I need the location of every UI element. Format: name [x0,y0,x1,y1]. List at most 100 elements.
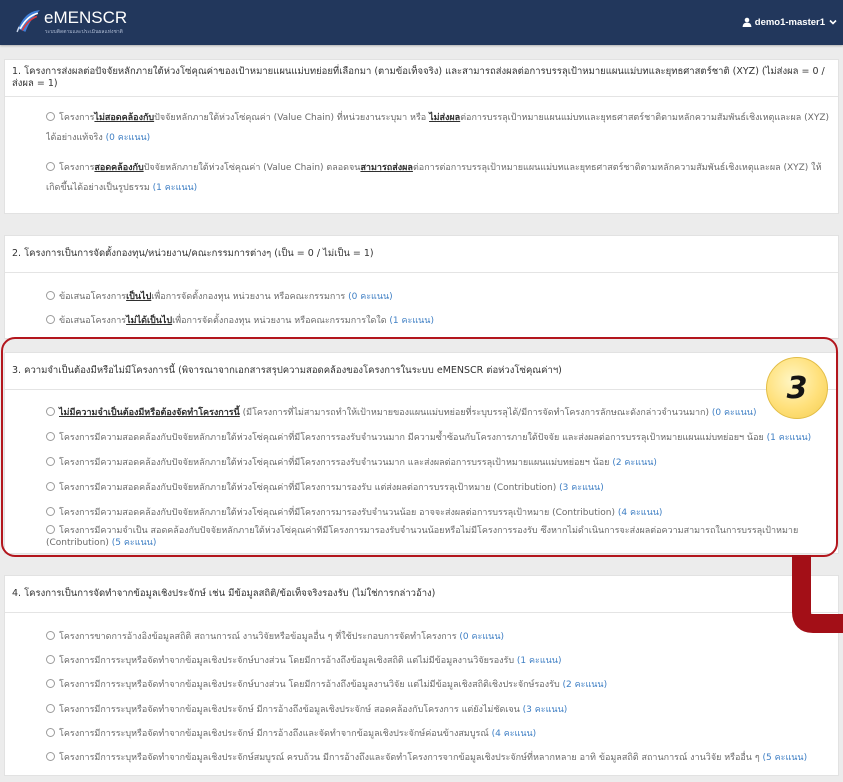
criterion-2-option-1[interactable]: ข้อเสนอโครงการไม่ได้เป็นไปเพื่อการจัดตั้… [46,309,832,333]
option-score: (4 คะแนน) [617,507,663,518]
option-label[interactable]: ข้อเสนอโครงการไม่ได้เป็นไปเพื่อการจัดตั้… [46,315,434,327]
option-score: (0 คะแนน) [105,132,151,143]
radio-button[interactable] [46,703,55,713]
criterion-3-option-2[interactable]: โครงการมีความสอดคล้องกับปัจจัยหลักภายใต้… [46,451,832,476]
radio-button[interactable] [46,525,55,535]
option-label[interactable]: โครงการมีการระบุหรือจัดทำจากข้อมูลเชิงปร… [46,655,561,667]
option-label[interactable]: โครงการมีการระบุหรือจัดทำจากข้อมูลเชิงปร… [46,727,537,740]
criterion-4-option-2[interactable]: โครงการมีการระบุหรือจัดทำจากข้อมูลเชิงปร… [46,673,832,697]
option-label[interactable]: โครงการมีความสอดคล้องกับปัจจัยหลักภายใต้… [46,456,657,469]
option-score: (1 คะแนน) [389,316,434,326]
radio-button[interactable] [46,291,55,300]
option-keyword: เป็นไป [126,292,152,302]
radio-button[interactable] [46,407,55,417]
app-tagline: ระบบติดตามและประเมินผลแห่งชาติ [45,29,123,35]
criterion-2-card: 2. โครงการเป็นการจัดตั้งกองทุน/หน่วยงาน/… [4,235,839,339]
radio-button[interactable] [46,315,55,324]
criterion-4-option-5[interactable]: โครงการมีการระบุหรือจัดทำจากข้อมูลเชิงปร… [46,746,832,770]
criterion-2-options: ข้อเสนอโครงการเป็นไปเพื่อการจัดตั้งกองทุ… [5,273,838,333]
option-score: (3 คะแนน) [559,482,604,493]
option-label[interactable]: โครงการไม่สอดคล้องกับปัจจัยหลักภายใต้ห่ว… [46,109,832,148]
option-text: โครงการมีความจำเป็น สอดคล้องกับปัจจัยหลั… [46,526,799,549]
option-score: (1 คะแนน) [766,433,812,444]
option-score: (2 คะแนน) [562,680,608,691]
radio-button[interactable] [46,679,55,689]
option-label[interactable]: ข้อเสนอโครงการเป็นไปเพื่อการจัดตั้งกองทุ… [46,291,393,303]
criterion-3-options: ไม่มีความจำเป็นต้องมีหรือต้องจัดทำโครงกา… [5,390,838,550]
radio-button[interactable] [46,631,55,641]
radio-button[interactable] [46,112,55,121]
option-keyword: ไม่สอดคล้องกับ [94,113,155,123]
radio-button[interactable] [46,727,55,737]
criterion-2-option-0[interactable]: ข้อเสนอโครงการเป็นไปเพื่อการจัดตั้งกองทุ… [46,285,832,309]
option-label[interactable]: โครงการมีการระบุหรือจัดทำจากข้อมูลเชิงปร… [46,703,568,716]
option-text: โครงการขาดการอ้างอิงข้อมูลสถิติ สถานการณ… [59,632,460,643]
criterion-1-option-1[interactable]: โครงการสอดคล้องกับปัจจัยหลักภายใต้ห่วงโซ… [46,159,832,198]
option-text: โครงการมีความสอดคล้องกับปัจจัยหลักภายใต้… [59,482,560,493]
option-score: (0 คะแนน) [711,408,757,419]
radio-button[interactable] [46,456,55,466]
option-keyword: ไม่ส่งผล [429,113,461,123]
option-keyword: ไม่มีความจำเป็นต้องมีหรือต้องจัดทำโครงกา… [59,408,240,419]
l-shaped-connector [792,555,843,633]
option-score: (0 คะแนน) [348,292,393,302]
criterion-4-option-3[interactable]: โครงการมีการระบุหรือจัดทำจากข้อมูลเชิงปร… [46,698,832,722]
radio-button[interactable] [46,655,55,665]
option-text: โครงการมีการระบุหรือจัดทำจากข้อมูลเชิงปร… [59,680,563,691]
option-label[interactable]: โครงการมีความสอดคล้องกับปัจจัยหลักภายใต้… [46,432,811,444]
criterion-4-option-4[interactable]: โครงการมีการระบุหรือจัดทำจากข้อมูลเชิงปร… [46,722,832,746]
radio-button[interactable] [46,752,55,762]
option-text: ข้อเสนอโครงการ [59,292,127,302]
user-menu[interactable]: demo1-master1 [742,15,837,29]
option-keyword: สอดคล้องกับ [94,163,144,173]
criterion-4-card: 4. โครงการเป็นการจัดทำจากข้อมูลเชิงประจั… [4,575,839,776]
option-score: (1 คะแนน) [152,182,198,193]
option-label[interactable]: โครงการสอดคล้องกับปัจจัยหลักภายใต้ห่วงโซ… [46,159,832,198]
option-keyword: สามารถส่งผล [360,163,413,173]
criterion-3-option-0[interactable]: ไม่มีความจำเป็นต้องมีหรือต้องจัดทำโครงกา… [46,401,832,426]
criterion-4-option-0[interactable]: โครงการขาดการอ้างอิงข้อมูลสถิติ สถานการณ… [46,625,832,649]
radio-button[interactable] [46,506,55,516]
option-text: โครงการมีความสอดคล้องกับปัจจัยหลักภายใต้… [59,457,613,468]
option-text: ปัจจัยหลักภายใต้ห่วงโซ่คุณค่า (Value Cha… [143,163,361,173]
radio-button[interactable] [46,432,55,442]
number-badge: 3 [766,357,828,419]
option-label[interactable]: โครงการมีความสอดคล้องกับปัจจัยหลักภายใต้… [46,481,604,494]
criterion-3-option-5[interactable]: โครงการมีความจำเป็น สอดคล้องกับปัจจัยหลั… [46,525,832,550]
criterion-3-card: 3. ความจำเป็นต้องมีหรือไม่มีโครงการนี้ (… [4,352,839,554]
option-label[interactable]: โครงการขาดการอ้างอิงข้อมูลสถิติ สถานการณ… [46,631,504,643]
option-label[interactable]: ไม่มีความจำเป็นต้องมีหรือต้องจัดทำโครงกา… [46,407,756,419]
option-score: (3 คะแนน) [522,704,568,715]
criterion-3-option-3[interactable]: โครงการมีความสอดคล้องกับปัจจัยหลักภายใต้… [46,475,832,500]
option-text: เพื่อการจัดตั้งกองทุน หน่วยงาน หรือคณะกร… [151,292,349,302]
criterion-4-options: โครงการขาดการอ้างอิงข้อมูลสถิติ สถานการณ… [5,613,838,770]
app-name[interactable]: eMENSCR [44,8,127,28]
criterion-4-option-1[interactable]: โครงการมีการระบุหรือจัดทำจากข้อมูลเชิงปร… [46,649,832,673]
option-score: (2 คะแนน) [612,457,657,468]
option-score: (1 คะแนน) [516,656,562,667]
option-text: โครงการ [59,163,95,173]
radio-button[interactable] [46,162,55,171]
top-navbar: eMENSCR ระบบติดตามและประเมินผลแห่งชาติ d… [0,0,843,45]
criterion-4-title: 4. โครงการเป็นการจัดทำจากข้อมูลเชิงประจั… [5,576,838,613]
criterion-2-title: 2. โครงการเป็นการจัดตั้งกองทุน/หน่วยงาน/… [5,236,838,273]
criterion-1-options: โครงการไม่สอดคล้องกับปัจจัยหลักภายใต้ห่ว… [5,97,838,198]
option-label[interactable]: โครงการมีการระบุหรือจัดทำจากข้อมูลเชิงปร… [46,752,807,764]
criterion-3-option-4[interactable]: โครงการมีความสอดคล้องกับปัจจัยหลักภายใต้… [46,500,832,525]
option-text: โครงการ [59,113,95,123]
option-text: โครงการมีการระบุหรือจัดทำจากข้อมูลเชิงปร… [59,728,492,739]
option-label[interactable]: โครงการมีการระบุหรือจัดทำจากข้อมูลเชิงปร… [46,679,607,691]
option-label[interactable]: โครงการมีความสอดคล้องกับปัจจัยหลักภายใต้… [46,506,663,519]
criterion-1-title: 1. โครงการส่งผลต่อปัจจัยหลักภายใต้ห่วงโซ… [5,60,838,97]
criterion-3-option-1[interactable]: โครงการมีความสอดคล้องกับปัจจัยหลักภายใต้… [46,426,832,451]
option-score: (5 คะแนน) [762,753,808,764]
option-text: โครงการมีการระบุหรือจัดทำจากข้อมูลเชิงปร… [59,656,517,667]
option-keyword: ไม่ได้เป็นไป [126,316,173,326]
option-text: (มีโครงการที่ไม่สามารถทำให้เป้าหมายของแผ… [239,408,712,419]
option-text: โครงการมีการระบุหรือจัดทำจากข้อมูลเชิงปร… [59,753,763,764]
radio-button[interactable] [46,481,55,491]
option-label[interactable]: โครงการมีความจำเป็น สอดคล้องกับปัจจัยหลั… [46,525,832,549]
option-score: (4 คะแนน) [491,728,537,739]
criterion-1-option-0[interactable]: โครงการไม่สอดคล้องกับปัจจัยหลักภายใต้ห่ว… [46,109,832,148]
emenscr-logo-icon[interactable] [15,7,42,34]
